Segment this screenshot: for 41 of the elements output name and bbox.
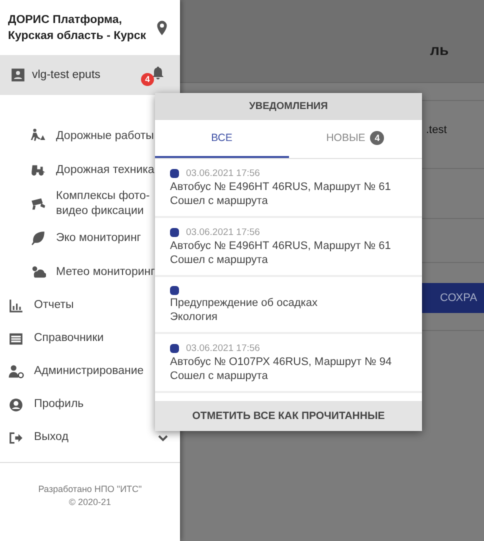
notification-item[interactable]: 03.06.2021 17:56 Автобус № Е496НТ 46RUS, Маршрут № 61 Сошел с маршрута [155, 218, 422, 277]
leaf-icon [30, 230, 46, 246]
location-pin-icon[interactable] [154, 20, 170, 36]
user-card-icon [10, 67, 26, 83]
notification-subtitle: Сошел с маршрута [170, 254, 269, 266]
notification-subtitle: Сошел с маршрута [170, 195, 269, 207]
footer-text: © 2020-21 [68, 496, 112, 509]
field-value: .test [426, 124, 447, 136]
admin-icon [8, 364, 24, 380]
camera-icon [30, 196, 46, 212]
user-name: vlg-test eputs [32, 69, 102, 81]
notification-date: 03.06.2021 17:56 [186, 168, 260, 179]
footer-text: Разработано НПО "ИТС" [37, 483, 143, 496]
save-button[interactable]: СОХРА [420, 283, 484, 313]
notification-count-badge: 4 [141, 72, 154, 86]
tab[interactable]: ВСЕ [155, 120, 288, 158]
notifications-title: УВЕДОМЛЕНИЯ [155, 93, 422, 120]
roadwork-icon [30, 128, 46, 144]
count-badge: 4 [370, 131, 384, 145]
chevron-down-icon [158, 432, 168, 442]
notification-item[interactable]: 03.06.2021 17:56 Автобус № О107РХ 46RUS, Маршрут № 94 Сошел с маршрута [155, 334, 422, 393]
page-heading: ль [430, 42, 449, 59]
profile-icon [8, 396, 24, 412]
notification-item[interactable]: Предупреждение об осадках Экология [155, 277, 422, 334]
notification-title: Предупреждение об осадках [170, 297, 318, 309]
machinery-icon [30, 162, 46, 178]
notification-item[interactable]: 03.06.2021 17:56 Автобус № Е496НТ 46RUS, Маршрут № 61 Сошел с маршрута [155, 159, 422, 218]
chart-icon [8, 298, 24, 314]
tab[interactable]: НОВЫЕ 4 [288, 120, 422, 158]
weather-icon [30, 264, 46, 280]
notification-title: Автобус № Е496НТ 46RUS, Маршрут № 61 [170, 240, 392, 252]
mark-all-read-button[interactable]: ОТМЕТИТЬ ВСЕ КАК ПРОЧИТАННЫЕ [155, 401, 422, 431]
exit-icon [8, 430, 24, 446]
notification-date: 03.06.2021 17:56 [186, 343, 260, 354]
notification-date: 03.06.2021 17:56 [186, 227, 260, 238]
notification-subtitle: Сошел с маршрута [170, 370, 269, 382]
notification-title: Автобус № О107РХ 46RUS, Маршрут № 94 [170, 356, 393, 368]
notification-title: Автобус № Е496НТ 46RUS, Маршрут № 61 [170, 181, 392, 193]
list-icon [8, 330, 24, 346]
notification-subtitle: Экология [170, 311, 218, 323]
platform-title: ДОРИС Платформа, Курская область - Курск [8, 12, 148, 44]
